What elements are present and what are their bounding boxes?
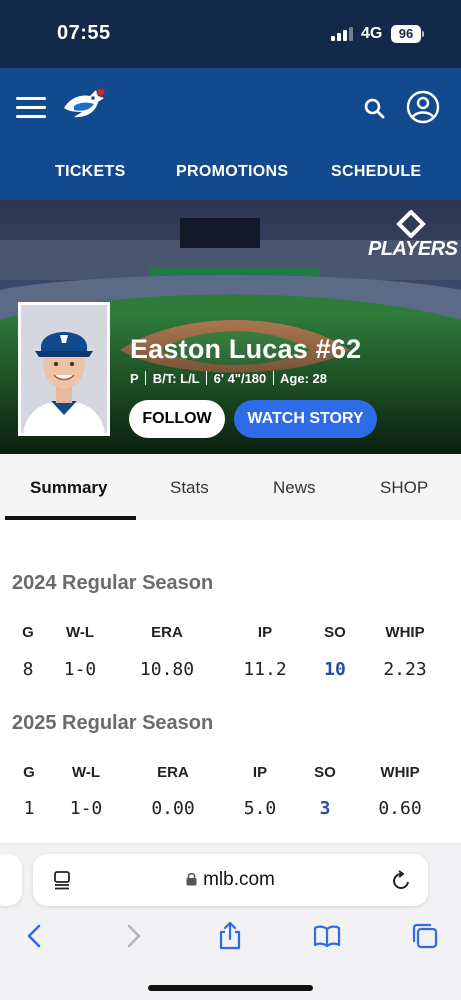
signal-icon bbox=[331, 27, 353, 41]
battery-level: 96 bbox=[391, 25, 421, 43]
url-text: mlb.com bbox=[203, 869, 275, 890]
season-2024-title: 2024 Regular Season bbox=[12, 572, 214, 594]
stat-header-whip: WHIP bbox=[380, 764, 420, 781]
players-badge-text: PLAYERS bbox=[368, 238, 458, 260]
stat-header-era: ERA bbox=[151, 624, 183, 641]
stat-header-era: ERA bbox=[157, 764, 189, 781]
reader-icon[interactable] bbox=[53, 870, 73, 890]
stat-value-g: 8 bbox=[22, 659, 34, 680]
hamburger-icon[interactable] bbox=[16, 96, 46, 120]
player-meta: P B/T: L/L 6' 4"/180 Age: 28 bbox=[130, 371, 327, 386]
stat-header-whip: WHIP bbox=[385, 624, 425, 641]
stat-value-era: 10.80 bbox=[139, 659, 195, 680]
stat-value-so-link[interactable]: 3 bbox=[320, 798, 331, 819]
stat-value-ip: 11.2 bbox=[243, 659, 287, 680]
nav-promotions[interactable]: PROMOTIONS bbox=[176, 163, 288, 181]
network-type: 4G bbox=[361, 25, 383, 42]
stat-header-so: SO bbox=[314, 764, 336, 781]
tabs-icon[interactable] bbox=[410, 921, 440, 951]
meta-divider bbox=[272, 371, 274, 385]
headshot-image bbox=[21, 305, 107, 433]
forward-icon[interactable] bbox=[118, 921, 148, 951]
reload-icon[interactable] bbox=[390, 870, 412, 892]
stat-value-era: 0.00 bbox=[151, 798, 195, 819]
tab-stats[interactable]: Stats bbox=[170, 478, 209, 498]
meta-divider bbox=[145, 371, 147, 385]
url-field[interactable]: mlb.com bbox=[33, 854, 428, 906]
player-age: Age: 28 bbox=[280, 371, 328, 386]
status-bar: 07:55 4G 96 bbox=[0, 0, 461, 68]
player-name: Easton Lucas #62 bbox=[130, 334, 362, 364]
back-icon[interactable] bbox=[20, 921, 50, 951]
stat-value-wl: 1-0 bbox=[63, 659, 97, 680]
stat-header-wl: W-L bbox=[71, 764, 101, 781]
lock-icon bbox=[186, 872, 197, 886]
player-headshot bbox=[18, 302, 110, 436]
tab-news[interactable]: News bbox=[273, 478, 316, 498]
stat-header-so: SO bbox=[324, 624, 346, 641]
player-bats-throws: B/T: L/L bbox=[152, 371, 200, 386]
player-tabs: Summary Stats News SHOP bbox=[0, 454, 461, 520]
stat-header-ip: IP bbox=[257, 624, 273, 641]
stat-value-ip: 5.0 bbox=[243, 798, 277, 819]
meta-divider bbox=[206, 371, 208, 385]
browser-chrome: mlb.com bbox=[0, 843, 461, 1000]
tab-summary[interactable]: Summary bbox=[30, 478, 107, 498]
stat-header-ip: IP bbox=[252, 764, 268, 781]
nav-tickets[interactable]: TICKETS bbox=[55, 163, 126, 181]
main-nav: TICKETS PROMOTIONS SCHEDULE bbox=[0, 158, 461, 188]
watch-story-button[interactable]: WATCH STORY bbox=[234, 400, 377, 438]
player-position: P bbox=[130, 371, 139, 386]
search-icon[interactable] bbox=[362, 96, 388, 122]
season-2025-title: 2025 Regular Season bbox=[12, 712, 214, 734]
previous-tab-card[interactable] bbox=[0, 854, 22, 906]
stat-header-g: G bbox=[22, 624, 34, 641]
home-indicator bbox=[148, 985, 313, 991]
nav-schedule[interactable]: SCHEDULE bbox=[331, 163, 421, 181]
player-height-weight: 6' 4"/180 bbox=[213, 371, 267, 386]
bookmarks-icon[interactable] bbox=[312, 921, 342, 951]
players-badge: PLAYERS bbox=[366, 210, 458, 260]
site-header: TICKETS PROMOTIONS SCHEDULE bbox=[0, 68, 461, 200]
stat-value-g: 1 bbox=[23, 798, 35, 819]
stat-value-whip: 2.23 bbox=[383, 659, 427, 680]
account-icon[interactable] bbox=[406, 90, 440, 124]
blue-jays-logo[interactable] bbox=[60, 84, 108, 128]
screen: 07:55 4G 96 TICKETS PROMOTIONS SCHEDULE … bbox=[0, 0, 461, 1000]
stat-value-wl: 1-0 bbox=[69, 798, 103, 819]
stat-value-so-link[interactable]: 10 bbox=[324, 659, 346, 680]
player-hero: PLAYERS Easton Lucas #62 P B/T: L/L 6' 4… bbox=[0, 200, 461, 454]
tab-shop[interactable]: SHOP bbox=[380, 478, 428, 498]
stat-header-g: G bbox=[23, 764, 35, 781]
follow-button[interactable]: FOLLOW bbox=[129, 400, 225, 438]
players-diamond-icon bbox=[396, 210, 426, 238]
status-time: 07:55 bbox=[57, 22, 111, 44]
stat-header-wl: W-L bbox=[65, 624, 95, 641]
share-icon[interactable] bbox=[215, 921, 245, 951]
stat-value-whip: 0.60 bbox=[378, 798, 422, 819]
battery-icon bbox=[422, 31, 424, 37]
address-bar[interactable]: mlb.com bbox=[33, 854, 428, 906]
active-tab-indicator bbox=[5, 516, 136, 520]
